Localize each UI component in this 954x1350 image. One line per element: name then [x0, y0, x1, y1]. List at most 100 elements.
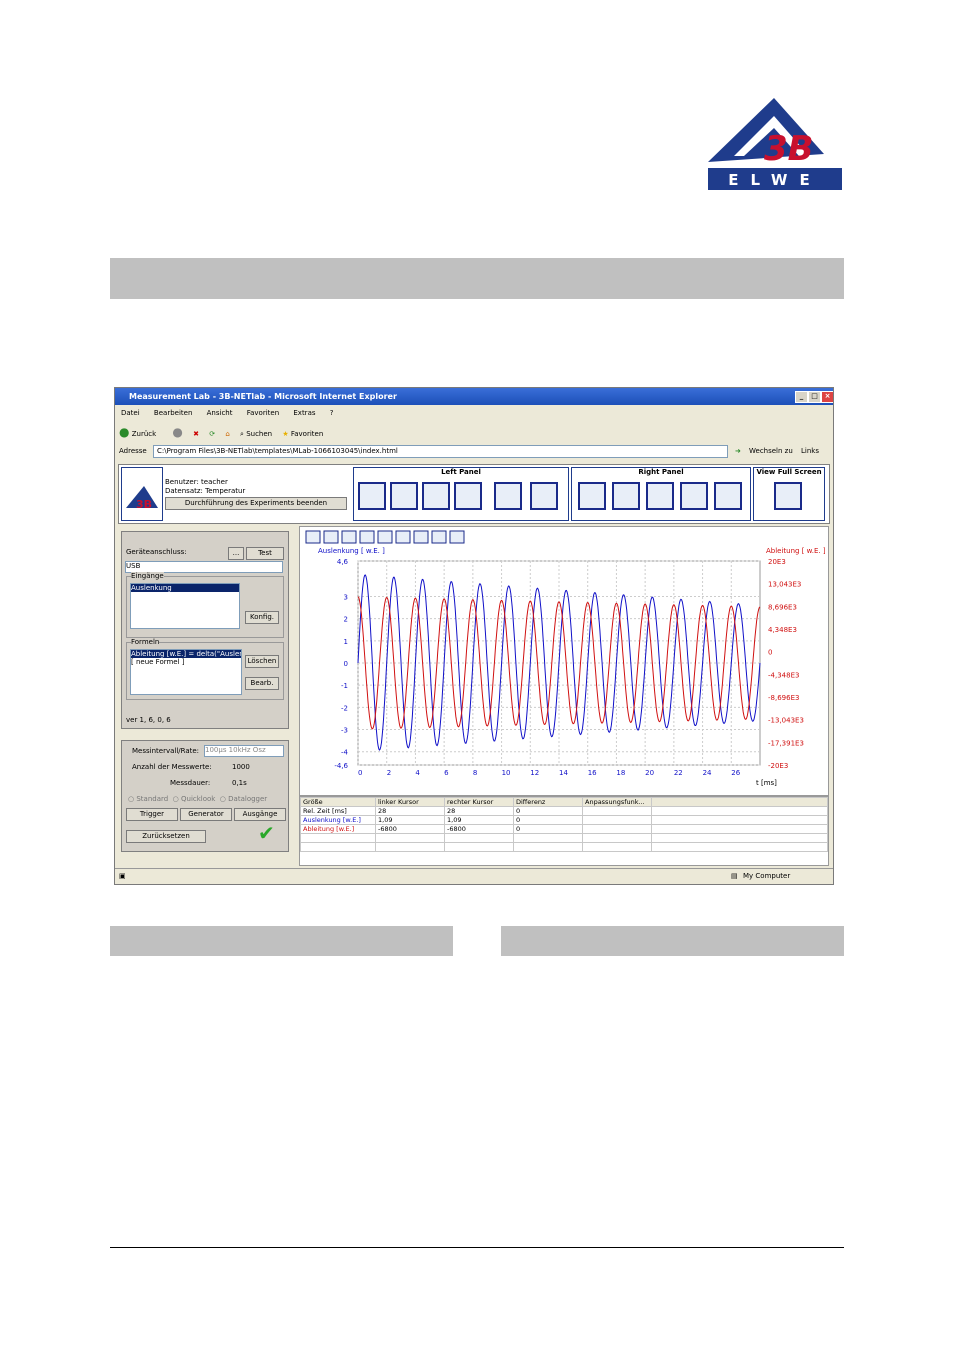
list-item[interactable]: Ableitung [w.E.] = delta("Auslenk [131, 650, 241, 658]
y-tick-label: 4,6 [337, 558, 349, 566]
list-item[interactable]: Auslenkung [131, 584, 239, 592]
minimize-button[interactable]: _ [795, 391, 808, 403]
cursor-table: Größe linker Kursor rechter Kursor Diffe… [299, 796, 829, 866]
checkmark-icon[interactable]: ✔ [258, 821, 275, 845]
left-panel-group: Left Panel [353, 467, 569, 521]
multimeter-icon[interactable] [612, 482, 640, 510]
go-button[interactable]: Wechseln zu [749, 444, 793, 459]
right-cursor-value: -6800 [444, 824, 514, 834]
list-item[interactable]: [ neue Formel ] [131, 658, 241, 666]
status-bar: ▣ ▤ My Computer [115, 868, 833, 884]
outputs-button[interactable]: Ausgänge [234, 808, 286, 821]
meter-icon[interactable] [390, 482, 418, 510]
meter-icon[interactable] [578, 482, 606, 510]
chart-tool-icon [377, 530, 393, 544]
page-icon: ▣ [119, 872, 126, 880]
left-cursor-value: -6800 [375, 824, 445, 834]
multimeter-icon[interactable] [422, 482, 450, 510]
links-button[interactable]: Links [801, 444, 819, 459]
menu-help[interactable]: ? [330, 409, 334, 417]
y-tick-label: 2 [344, 616, 348, 624]
address-input[interactable]: C:\Program Files\3B-NETlab\templates\MLa… [153, 445, 728, 458]
measurement-panel: Messintervall/Rate: 100µs 10kHz Osz Anza… [121, 740, 289, 852]
generator-button[interactable]: Generator [180, 808, 232, 821]
graph-icon[interactable] [714, 482, 742, 510]
zone-label: My Computer [743, 872, 791, 880]
column-header[interactable]: Differenz [513, 797, 583, 807]
y2-tick-label: 13,043E3 [768, 581, 801, 589]
favorites-icon[interactable]: ★ [282, 430, 288, 438]
y-tick-label: -4,6 [334, 762, 348, 770]
device-label: Geräteanschluss: [126, 548, 187, 556]
table-icon[interactable] [494, 482, 522, 510]
count-label: Anzahl der Messwerte: [132, 763, 212, 771]
mode-standard[interactable]: Standard [136, 795, 168, 803]
favorites-button[interactable]: Favoriten [291, 430, 323, 438]
left-cursor-value: 28 [375, 806, 445, 816]
tool-icon[interactable] [358, 482, 386, 510]
y-axis-label: Auslenkung [ w.E. ] [318, 547, 385, 555]
row-name: Auslenkung [w.E.] [300, 815, 376, 825]
footer-rule [110, 1247, 844, 1248]
menu-datei[interactable]: Datei [121, 409, 140, 417]
menu-favoriten[interactable]: Favoriten [247, 409, 279, 417]
reset-button[interactable]: Zurücksetzen [126, 830, 206, 843]
menu-extras[interactable]: Extras [293, 409, 315, 417]
configure-button[interactable]: Konfig. [245, 611, 279, 624]
company-logo: 3B ELWE [704, 94, 844, 192]
device-panel: Geräteanschluss: ... Test USB Eingänge A… [121, 531, 289, 729]
y-tick-label: -2 [341, 704, 348, 712]
notes-icon[interactable] [530, 482, 558, 510]
stop-icon[interactable]: ✖ [193, 430, 199, 438]
back-button[interactable]: Zurück [132, 430, 156, 438]
maximize-button[interactable]: □ [808, 391, 821, 403]
menu-bar: Datei Bearbeiten Ansicht Favoriten Extra… [115, 406, 833, 420]
end-experiment-button[interactable]: Durchführung des Experiments beenden [165, 497, 347, 510]
chart-panel: 0 2 4 6 8 10 12 14 16 18 20 22 24 26 4,6 3 2 1 0 -1 -2 -3 -4 -4… [299, 526, 829, 796]
mode-radios[interactable]: ○ Standard ○ Quicklook ○ Datalogger [128, 795, 267, 803]
table-icon[interactable] [646, 482, 674, 510]
row-name: Rel. Zeit [ms] [300, 806, 376, 816]
inputs-group: Eingänge Auslenkung Konfig. [126, 572, 284, 638]
delete-formula-button[interactable]: Löschen [245, 655, 279, 668]
y2-axis-label: Ableitung [ w.E. ] [766, 547, 826, 555]
edit-formula-button[interactable]: Bearb. [245, 677, 279, 690]
refresh-icon[interactable]: ⟳ [209, 430, 215, 438]
menu-bearbeiten[interactable]: Bearbeiten [154, 409, 192, 417]
y2-tick-label: 20E3 [768, 558, 786, 566]
x-tick-label: 10 [502, 769, 511, 777]
interval-select[interactable]: 100µs 10kHz Osz [204, 745, 284, 757]
test-button[interactable]: Test [246, 547, 284, 560]
inputs-label: Eingänge [131, 572, 164, 580]
chart-tool-icon [395, 530, 411, 544]
right-cursor-value: 1,09 [444, 815, 514, 825]
go-icon[interactable]: ➜ [735, 444, 741, 459]
mode-quicklook[interactable]: Quicklook [181, 795, 215, 803]
column-header[interactable]: rechter Kursor [444, 797, 514, 807]
mode-datalogger[interactable]: Datalogger [228, 795, 267, 803]
chart-svg[interactable]: 0 2 4 6 8 10 12 14 16 18 20 22 24 264,63210-1-2-3-4-4… [300, 527, 828, 795]
duration-label: Messdauer: [170, 779, 211, 787]
y2-tick-label: 8,696E3 [768, 603, 797, 611]
forward-icon[interactable]: ● [172, 425, 182, 439]
full-screen-graph-icon[interactable] [774, 482, 802, 510]
table-row: Auslenkung [w.E.] 1,09 1,09 0 [300, 815, 828, 825]
trigger-button[interactable]: Trigger [126, 808, 178, 821]
inputs-list[interactable]: Auslenkung [130, 583, 240, 629]
multimeter-icon[interactable] [454, 482, 482, 510]
search-button[interactable]: Suchen [246, 430, 272, 438]
difference-value: 0 [513, 815, 583, 825]
graph-icon[interactable] [680, 482, 708, 510]
back-icon[interactable]: ● [119, 425, 129, 439]
section-header-bar-left [110, 926, 453, 956]
formulas-list[interactable]: Ableitung [w.E.] = delta("Auslenk [ neue… [130, 649, 242, 695]
close-button[interactable]: × [821, 391, 833, 403]
lab-header-panel: 3B Benutzer: teacher Datensatz: Temperat… [118, 464, 830, 524]
device-browse-button[interactable]: ... [228, 547, 244, 560]
column-header[interactable]: Anpassungsfunk... [582, 797, 652, 807]
column-header[interactable]: linker Kursor [375, 797, 445, 807]
search-icon[interactable]: ⌕ [240, 430, 244, 438]
column-header[interactable]: Größe [300, 797, 376, 807]
menu-ansicht[interactable]: Ansicht [207, 409, 233, 417]
home-icon[interactable]: ⌂ [225, 430, 229, 438]
